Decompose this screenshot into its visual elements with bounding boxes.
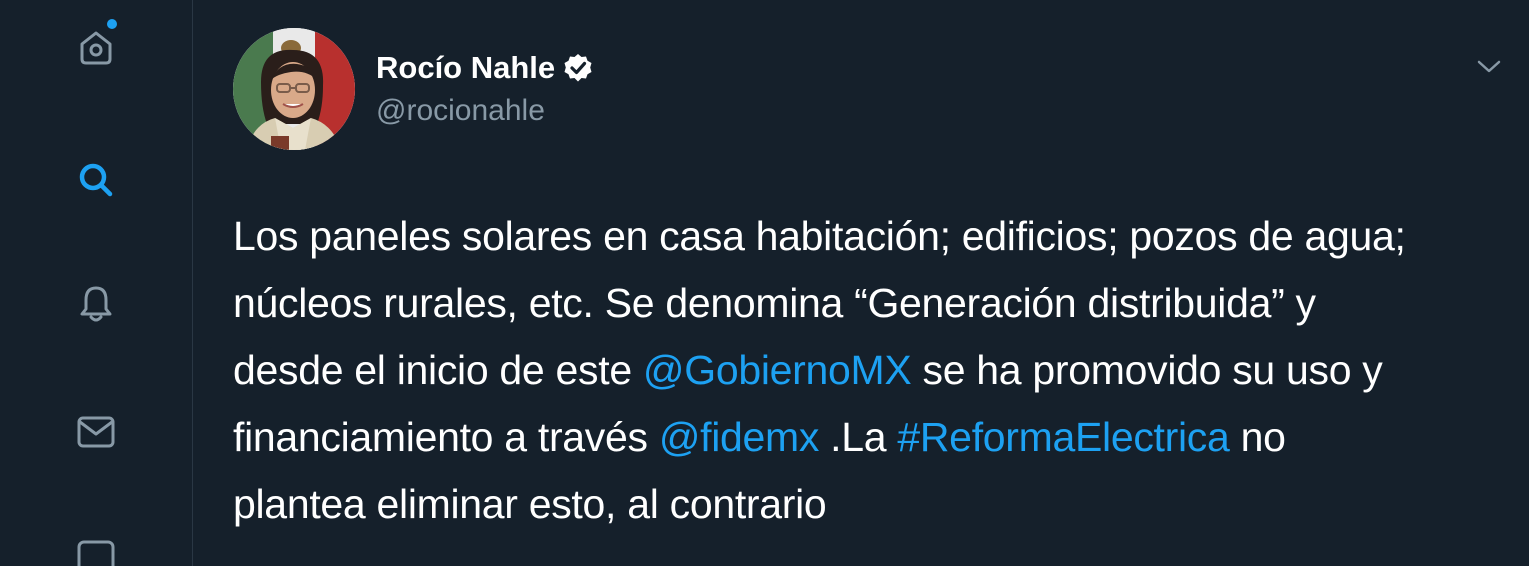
tweet-text-line: plantea eliminar esto, al contrario xyxy=(233,481,827,527)
search-icon xyxy=(74,158,118,202)
tweet-text-segment: desde el inicio de este xyxy=(233,347,643,393)
tweet-text-line: financiamiento a través @fidemx .La #Ref… xyxy=(233,404,1513,471)
author-name-text[interactable]: Rocío Nahle xyxy=(376,48,555,88)
tweet-text-segment: se ha promovido su uso y xyxy=(911,347,1383,393)
hashtag-link-reformaelectrica[interactable]: #ReformaElectrica xyxy=(897,414,1229,460)
tweet-detail: Rocío Nahle @rocionahle Los paneles sola… xyxy=(193,0,1529,566)
nav-bookmarks[interactable] xyxy=(60,522,132,566)
author-handle[interactable]: @rocionahle xyxy=(376,91,545,131)
bell-icon xyxy=(74,282,118,326)
home-icon xyxy=(74,26,118,70)
tweet-text-line: desde el inicio de este @GobiernoMX se h… xyxy=(233,337,1513,404)
sidebar-nav xyxy=(0,0,193,566)
mention-link-fidemx[interactable]: @fidemx xyxy=(659,414,820,460)
avatar[interactable] xyxy=(233,28,355,150)
nav-notifications[interactable] xyxy=(60,268,132,340)
nav-messages[interactable] xyxy=(60,396,132,468)
verified-badge-icon xyxy=(562,52,594,84)
notification-dot xyxy=(107,19,117,29)
tweet-text-segment: .La xyxy=(819,414,898,460)
mention-link-gobiernomx[interactable]: @GobiernoMX xyxy=(643,347,912,393)
tweet-text: Los paneles solares en casa habitación; … xyxy=(233,203,1513,538)
tweet-text-line: Los paneles solares en casa habitación; … xyxy=(233,213,1406,259)
tweet-text-segment: no xyxy=(1229,414,1286,460)
chevron-down-icon xyxy=(1476,58,1502,79)
author-display-name[interactable]: Rocío Nahle xyxy=(376,48,594,88)
bookmark-icon xyxy=(74,536,118,566)
tweet-text-segment: financiamiento a través xyxy=(233,414,659,460)
nav-home[interactable] xyxy=(60,12,132,84)
tweet-text-line: núcleos rurales, etc. Se denomina “Gener… xyxy=(233,280,1316,326)
tweet-options-button[interactable] xyxy=(1471,50,1507,86)
mail-icon xyxy=(74,410,118,454)
nav-search[interactable] xyxy=(60,144,132,216)
profile-photo xyxy=(233,28,355,150)
